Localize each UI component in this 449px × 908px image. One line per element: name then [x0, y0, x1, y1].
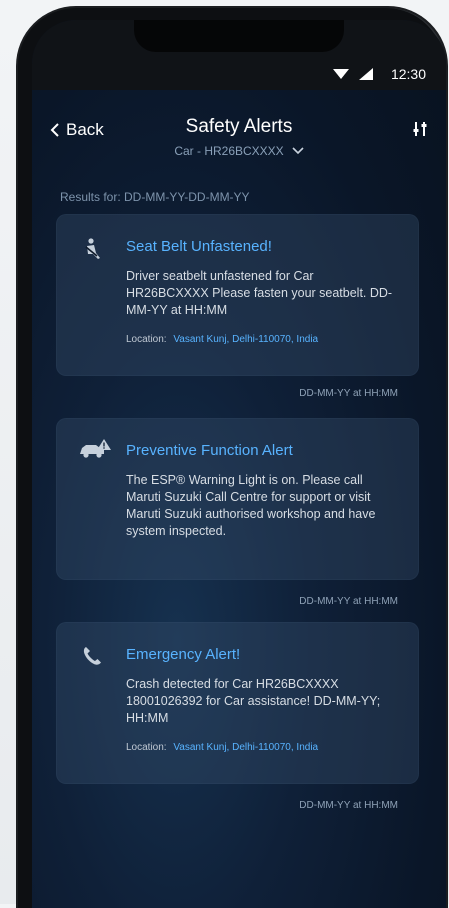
seatbelt-icon — [82, 238, 102, 265]
alert-body: The ESP® Warning Light is on. Please cal… — [126, 473, 376, 538]
signal-icon — [358, 68, 373, 80]
alert-body: Crash detected for Car HR26BCXXXX 180010… — [126, 677, 381, 725]
phone-icon — [82, 646, 102, 671]
results-range: Results for: DD-MM-YY-DD-MM-YY — [60, 190, 250, 204]
title-block: Safety Alerts Car - HR26BCXXXX — [32, 116, 446, 160]
location-label: Location: — [126, 742, 167, 753]
alert-title: Seat Belt Unfastened! — [126, 238, 272, 255]
wifi-icon — [332, 69, 349, 79]
alert-card-seatbelt[interactable]: Seat Belt Unfastened! Driver seatbelt un… — [56, 214, 419, 376]
alert-timestamp: DD-MM-YY at HH:MM — [299, 596, 398, 607]
phone-frame: 12:30 Back Safety Alerts Car - HR26BCXXX… — [18, 8, 446, 908]
status-indicators: 12:30 — [332, 66, 426, 82]
vehicle-selector-label: Car - HR26BCXXXX — [174, 144, 284, 158]
alert-card-preventive[interactable]: Preventive Function Alert The ESP® Warni… — [56, 418, 419, 580]
location-value[interactable]: Vasant Kunj, Delhi-110070, India — [173, 742, 318, 753]
alert-card-emergency[interactable]: Emergency Alert! Crash detected for Car … — [56, 622, 419, 784]
filter-button[interactable] — [412, 120, 428, 143]
alert-title: Emergency Alert! — [126, 646, 241, 663]
vehicle-selector[interactable]: Car - HR26BCXXXX — [174, 144, 304, 158]
alert-timestamp: DD-MM-YY at HH:MM — [299, 388, 398, 399]
filter-sliders-icon — [413, 122, 427, 136]
alert-title: Preventive Function Alert — [126, 442, 293, 459]
chevron-down-icon — [292, 147, 304, 155]
app-header: Back Safety Alerts Car - HR26BCXXXX — [32, 108, 446, 178]
phone-screen: 12:30 Back Safety Alerts Car - HR26BCXXX… — [32, 20, 446, 908]
status-bar: 12:30 — [32, 20, 446, 90]
location-label: Location: — [126, 334, 167, 345]
alert-body: Driver seatbelt unfastened for Car HR26B… — [126, 269, 393, 317]
notch — [134, 20, 344, 52]
alert-timestamp: DD-MM-YY at HH:MM — [299, 800, 398, 811]
status-time: 12:30 — [390, 66, 426, 82]
car-warning-icon — [78, 438, 112, 465]
alert-location: Location: Vasant Kunj, Delhi-110070, Ind… — [126, 334, 318, 345]
location-value[interactable]: Vasant Kunj, Delhi-110070, India — [173, 334, 318, 345]
alert-location: Location: Vasant Kunj, Delhi-110070, Ind… — [126, 742, 318, 753]
page-title: Safety Alerts — [185, 116, 293, 137]
